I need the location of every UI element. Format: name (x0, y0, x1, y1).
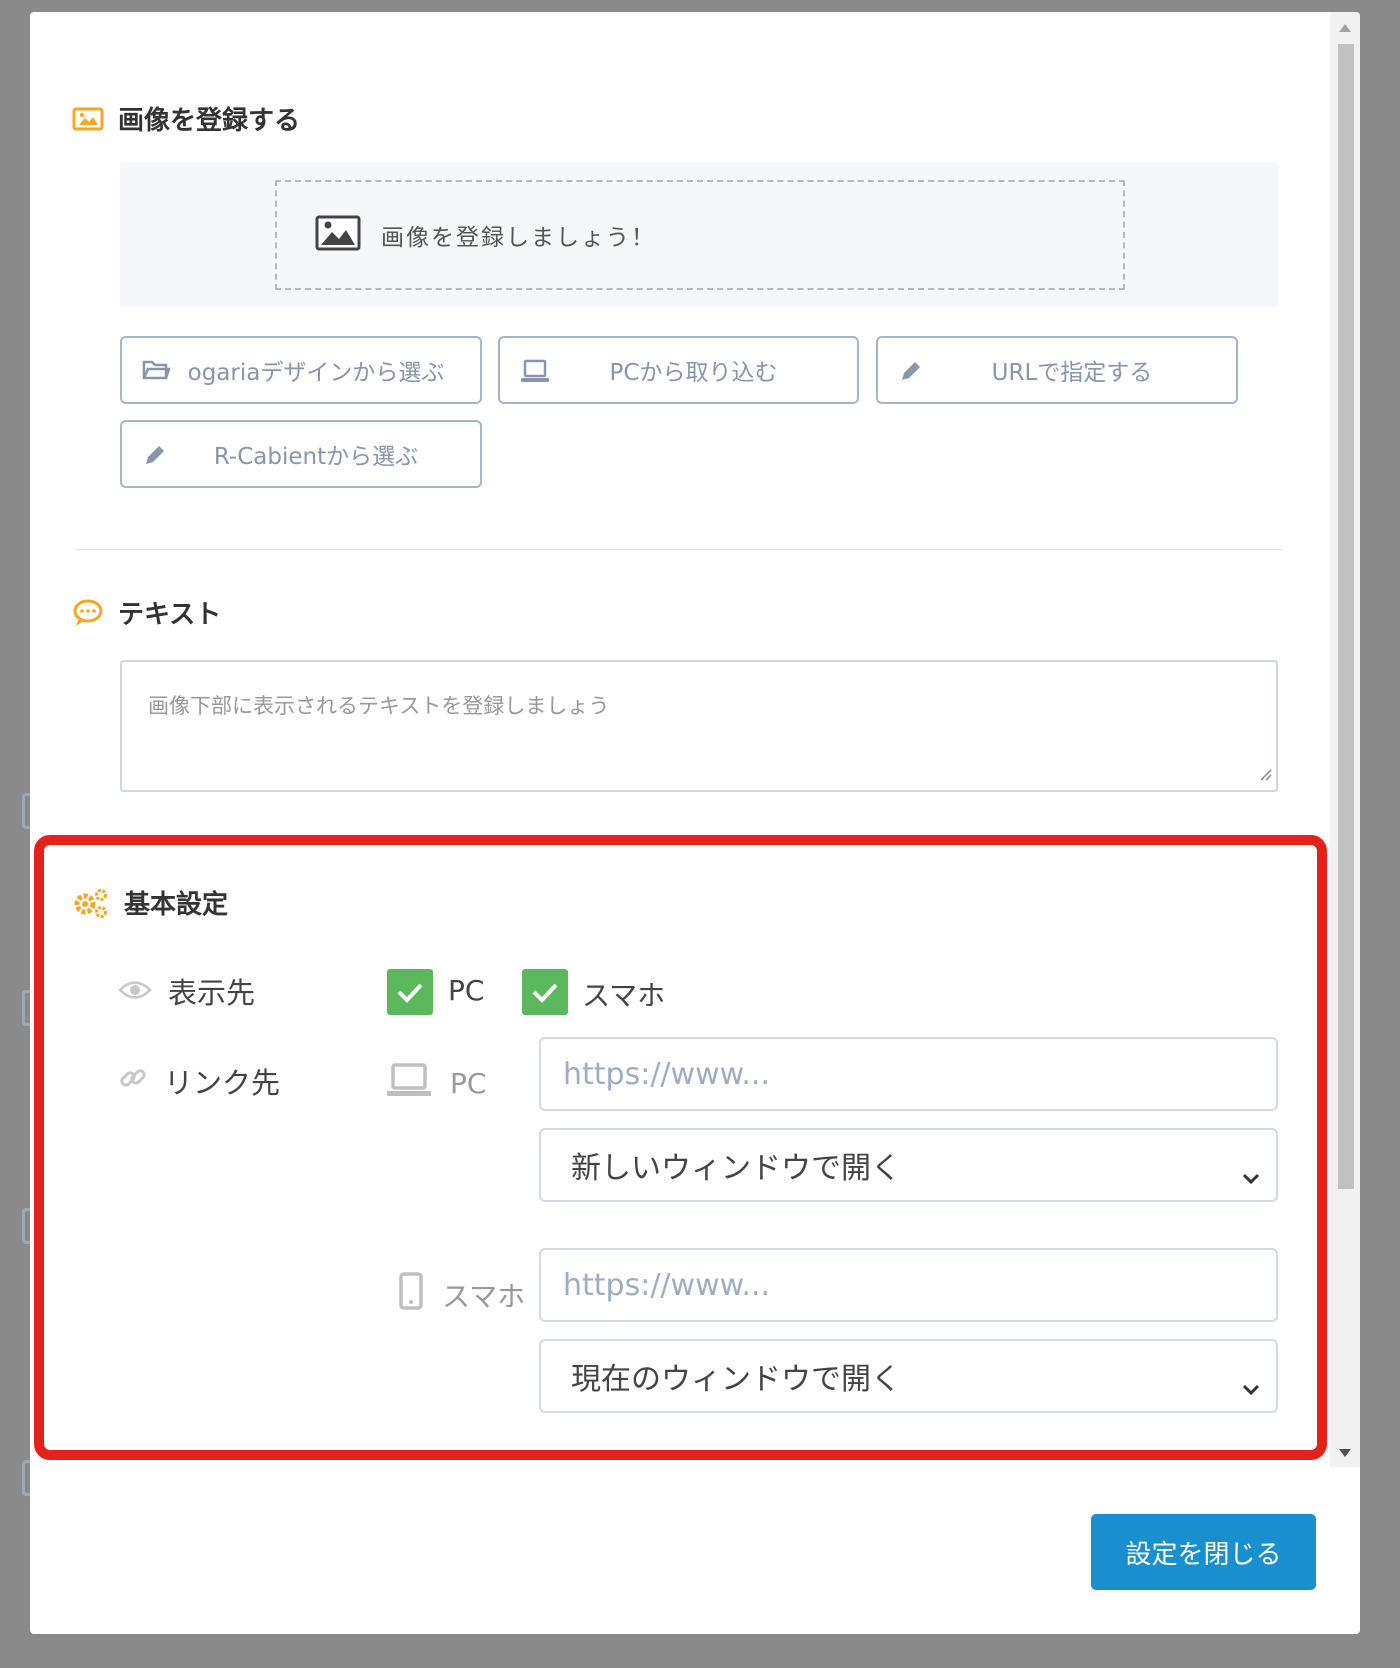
caption-placeholder: 画像下部に表示されるテキストを登録しましょう (148, 694, 610, 718)
settings-modal: 画像を登録する 画像を登録しましょう！ ogariaデザインから選ぶ PCから取… (30, 12, 1360, 1634)
choose-from-rcabient-label: R-Cabientから選ぶ (213, 444, 419, 470)
vertical-scrollbar[interactable] (1330, 12, 1360, 1467)
pencil-icon (898, 358, 924, 390)
image-icon (72, 106, 104, 132)
scroll-up-arrow-icon[interactable] (1339, 24, 1351, 32)
choose-from-rcabient-button[interactable]: R-Cabientから選ぶ (120, 420, 482, 488)
pencil-icon (142, 442, 168, 474)
import-from-pc-button[interactable]: PCから取り込む (498, 336, 859, 404)
caption-textarea[interactable]: 画像下部に表示されるテキストを登録しましょう (120, 660, 1278, 792)
dropzone-text: 画像を登録しましょう！ (381, 225, 656, 251)
folder-icon (142, 358, 171, 388)
text-section-title: テキスト (72, 594, 221, 631)
text-section-label: テキスト (118, 600, 222, 630)
highlight-annotation-box (34, 835, 1327, 1460)
image-dropzone[interactable]: 画像を登録しましょう！ (275, 180, 1125, 290)
modal-scroll-area[interactable]: 画像を登録する 画像を登録しましょう！ ogariaデザインから選ぶ PCから取… (30, 12, 1330, 1467)
import-from-pc-label: PCから取り込む (609, 360, 778, 386)
image-section-label: 画像を登録する (118, 106, 301, 136)
picture-icon (315, 215, 361, 255)
scrollbar-thumb[interactable] (1338, 44, 1354, 1189)
scroll-down-arrow-icon[interactable] (1339, 1449, 1351, 1457)
speech-bubble-icon (72, 598, 104, 628)
image-section-title: 画像を登録する (72, 100, 300, 137)
laptop-icon (520, 358, 550, 390)
resize-grip-icon[interactable] (1258, 762, 1272, 786)
close-settings-button[interactable]: 設定を閉じる (1091, 1514, 1316, 1590)
choose-from-ogaria-button[interactable]: ogariaデザインから選ぶ (120, 336, 482, 404)
choose-from-ogaria-label: ogariaデザインから選ぶ (187, 360, 445, 386)
section-divider (75, 549, 1283, 550)
specify-url-label: URLで指定する (991, 360, 1153, 386)
specify-url-button[interactable]: URLで指定する (876, 336, 1238, 404)
